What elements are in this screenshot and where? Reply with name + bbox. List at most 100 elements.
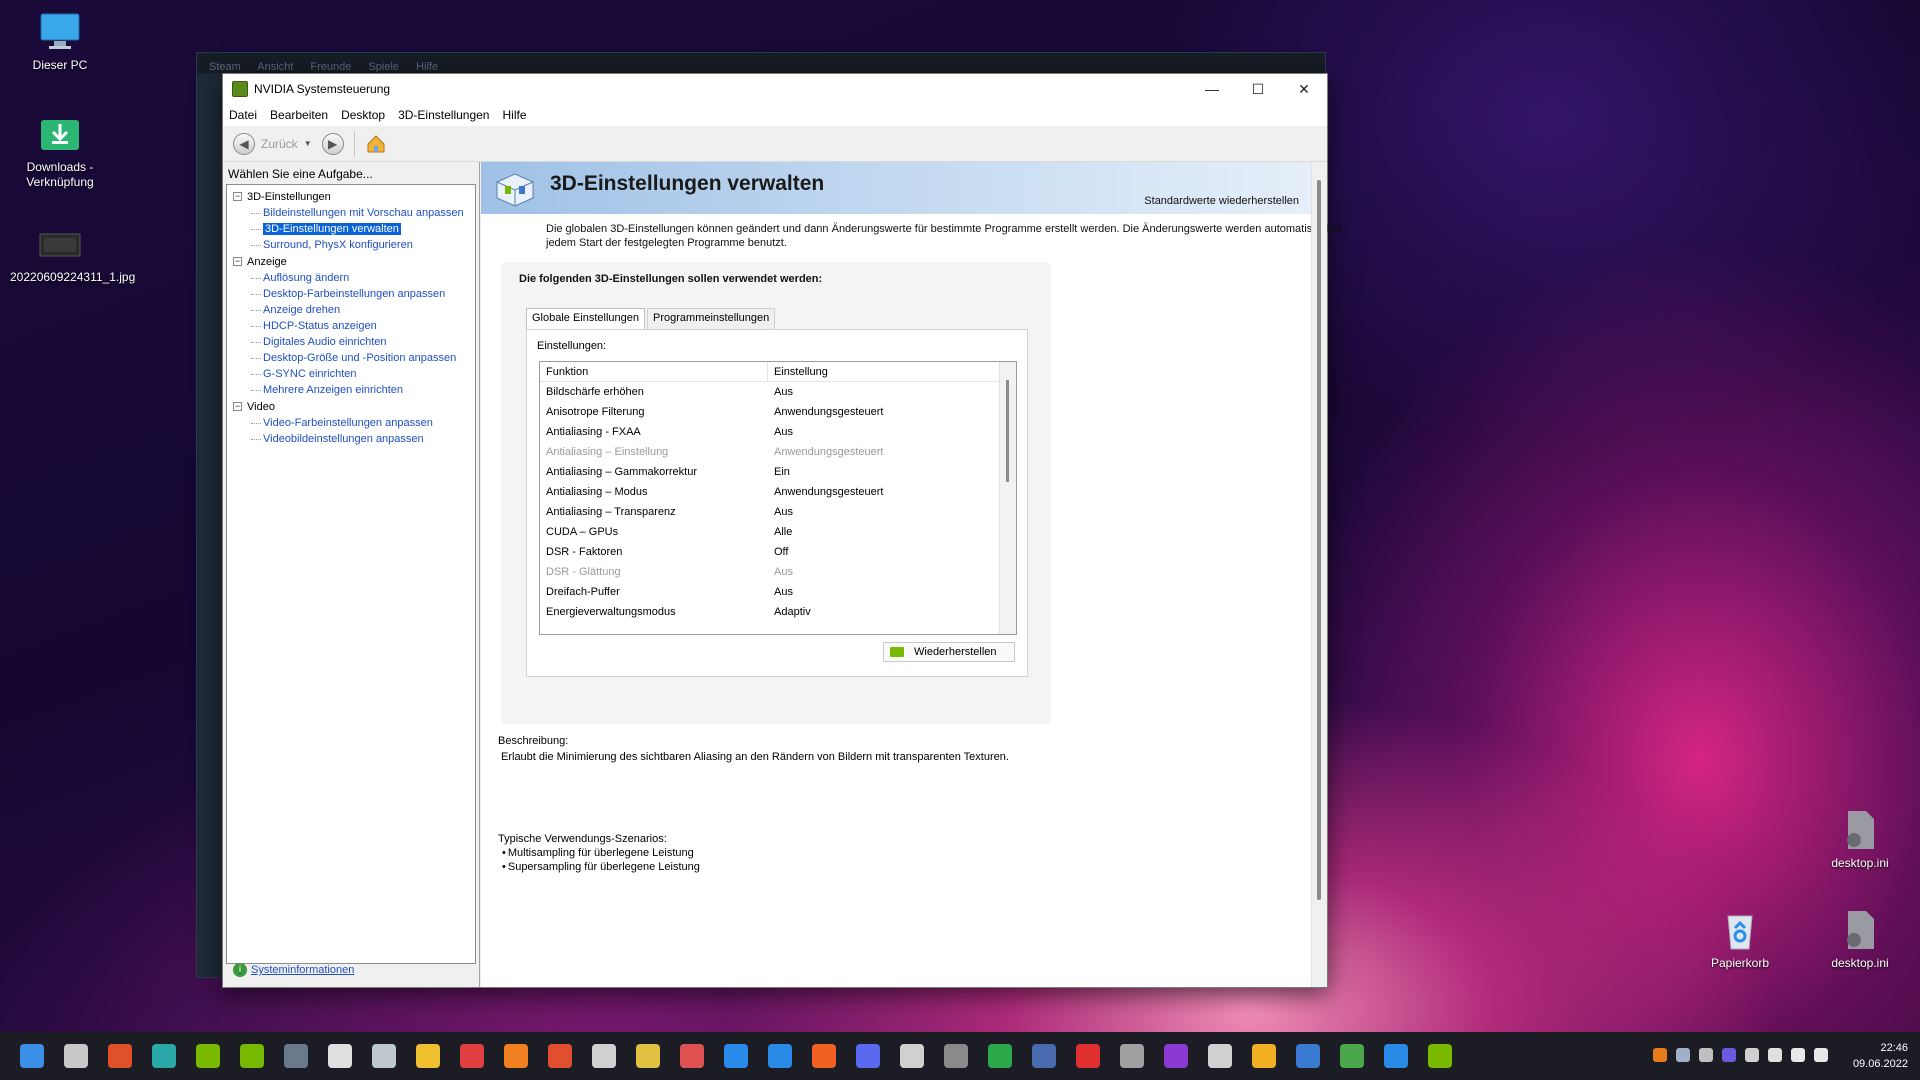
tray-icon[interactable] — [1699, 1048, 1713, 1062]
steam-menu-item[interactable]: Spiele — [368, 61, 399, 73]
settings-row[interactable]: Antialiasing – Modus Anwendungsgesteuert — [540, 482, 1016, 502]
restore-button[interactable]: Wiederherstellen — [883, 642, 1015, 662]
desktop-icon-downloads[interactable]: Downloads - Verknüpfung — [10, 112, 110, 190]
taskbar-app-icon[interactable] — [900, 1044, 924, 1068]
tree-item-bildeinstellungen[interactable]: Bildeinstellungen mit Vorschau anpassen — [247, 205, 475, 221]
tree-item-desktop-farbe[interactable]: Desktop-Farbeinstellungen anpassen — [247, 286, 475, 302]
taskbar-app-icon[interactable] — [1252, 1044, 1276, 1068]
taskbar-app-icon[interactable] — [680, 1044, 704, 1068]
collapse-icon[interactable]: − — [233, 257, 242, 266]
steam-menu-item[interactable]: Freunde — [310, 61, 351, 73]
taskbar-app-icon[interactable] — [460, 1044, 484, 1068]
collapse-icon[interactable]: − — [233, 192, 242, 201]
taskbar-app-icon[interactable] — [1208, 1044, 1232, 1068]
taskbar-app-icon[interactable] — [1340, 1044, 1364, 1068]
setting-value[interactable]: Anwendungsgesteuert — [768, 442, 1016, 462]
settings-row[interactable]: Antialiasing – Gammakorrektur Ein — [540, 462, 1016, 482]
setting-value[interactable]: Aus — [768, 502, 1016, 522]
settings-row[interactable]: Antialiasing – Einstellung Anwendungsgest… — [540, 442, 1016, 462]
setting-value[interactable]: Alle — [768, 522, 1016, 542]
taskbar-app-icon[interactable] — [328, 1044, 352, 1068]
tree-item-videobild[interactable]: Videobildeinstellungen anpassen — [247, 431, 475, 447]
settings-grid[interactable]: Funktion Einstellung Bildschärfe erhöhen… — [539, 361, 1017, 635]
tree-group-head[interactable]: − Video — [233, 399, 475, 415]
menu-3d-einstellungen[interactable]: 3D-Einstellungen — [398, 108, 489, 122]
network-icon[interactable] — [1791, 1048, 1805, 1062]
restore-defaults-link[interactable]: Standardwerte wiederherstellen — [1144, 195, 1299, 207]
settings-row[interactable]: Energieverwaltungsmodus Adaptiv — [540, 602, 1016, 622]
back-button[interactable]: ◀ — [233, 132, 255, 155]
tree-item-video-farbe[interactable]: Video-Farbeinstellungen anpassen — [247, 415, 475, 431]
steam-menu-item[interactable]: Steam — [209, 61, 241, 73]
tree-item-desktop-groesse[interactable]: Desktop-Größe und -Position anpassen — [247, 350, 475, 366]
taskbar-app-icon[interactable] — [1296, 1044, 1320, 1068]
taskbar-app-icon[interactable] — [372, 1044, 396, 1068]
settings-row[interactable]: CUDA – GPUs Alle — [540, 522, 1016, 542]
setting-value[interactable]: Aus — [768, 562, 1016, 582]
taskbar-app-icon[interactable] — [504, 1044, 528, 1068]
start-icon[interactable] — [20, 1044, 44, 1068]
tree-group-head[interactable]: − Anzeige — [233, 254, 475, 270]
tray-icon[interactable] — [1768, 1048, 1782, 1062]
setting-value[interactable]: Aus — [768, 382, 1016, 402]
settings-row[interactable]: Dreifach-Puffer Aus — [540, 582, 1016, 602]
content-scroll-thumb[interactable] — [1317, 180, 1321, 900]
settings-row[interactable]: Antialiasing – Transparenz Aus — [540, 502, 1016, 522]
tray-icon[interactable] — [1722, 1048, 1736, 1062]
taskbar-app-icon[interactable] — [152, 1044, 176, 1068]
tree-item-hdcp[interactable]: HDCP-Status anzeigen — [247, 318, 475, 334]
setting-value[interactable]: Aus — [768, 582, 1016, 602]
taskbar-app-icon[interactable] — [1076, 1044, 1100, 1068]
taskbar-app-icon[interactable] — [1384, 1044, 1408, 1068]
grid-scroll-thumb[interactable] — [1006, 380, 1009, 482]
forward-button[interactable]: ▶ — [321, 132, 344, 155]
taskbar-app-icon[interactable] — [1120, 1044, 1144, 1068]
column-header-einstellung[interactable]: Einstellung — [768, 362, 1016, 381]
tree-item-gsync[interactable]: G-SYNC einrichten — [247, 366, 475, 382]
setting-value[interactable]: Aus — [768, 422, 1016, 442]
taskbar-app-icon[interactable] — [1428, 1044, 1452, 1068]
taskbar-app-icon[interactable] — [724, 1044, 748, 1068]
nvidia-control-panel-window[interactable]: NVIDIA Systemsteuerung — ☐ ✕ Datei Bearb… — [222, 73, 1342, 988]
tray-icon[interactable] — [1653, 1048, 1667, 1062]
taskbar-app-icon[interactable] — [944, 1044, 968, 1068]
taskbar-app-icon[interactable] — [988, 1044, 1012, 1068]
taskbar-app-icon[interactable] — [416, 1044, 440, 1068]
menu-datei[interactable]: Datei — [229, 108, 257, 122]
tray-icon[interactable] — [1745, 1048, 1759, 1062]
tree-item-aufloesung[interactable]: Auflösung ändern — [247, 270, 475, 286]
back-label[interactable]: Zurück — [261, 137, 298, 151]
taskbar-app-icon[interactable] — [856, 1044, 880, 1068]
title-bar[interactable]: NVIDIA Systemsteuerung — ☐ ✕ — [223, 74, 1327, 104]
taskbar-app-icon[interactable] — [768, 1044, 792, 1068]
taskbar-clock[interactable]: 22:46 09.06.2022 — [1853, 1040, 1908, 1072]
tree-item-3d-verwalten[interactable]: 3D-Einstellungen verwalten — [247, 221, 475, 237]
taskbar-app-icon[interactable] — [1032, 1044, 1056, 1068]
minimize-button[interactable]: — — [1189, 74, 1235, 104]
steam-menu-item[interactable]: Ansicht — [257, 61, 293, 73]
desktop-icon-this-pc[interactable]: Dieser PC — [10, 10, 110, 73]
taskbar-app-icon[interactable] — [812, 1044, 836, 1068]
tree-item-anzeige-drehen[interactable]: Anzeige drehen — [247, 302, 475, 318]
tree-item-mehrere-anzeigen[interactable]: Mehrere Anzeigen einrichten — [247, 382, 475, 398]
setting-value[interactable]: Anwendungsgesteuert — [768, 482, 1016, 502]
collapse-icon[interactable]: − — [233, 402, 242, 411]
tray-icon[interactable] — [1676, 1048, 1690, 1062]
home-button[interactable] — [365, 133, 387, 155]
content-scrollbar[interactable] — [1311, 162, 1327, 987]
settings-row[interactable]: Bildschärfe erhöhen Aus — [540, 382, 1016, 402]
desktop-icon-desktop-ini-2[interactable]: desktop.ini — [1810, 908, 1910, 971]
settings-row[interactable]: Anisotrope Filterung Anwendungsgesteuert — [540, 402, 1016, 422]
settings-row[interactable]: DSR - Glättung Aus — [540, 562, 1016, 582]
setting-value[interactable]: Ein — [768, 462, 1016, 482]
taskbar-app-icon[interactable] — [108, 1044, 132, 1068]
volume-icon[interactable] — [1814, 1048, 1828, 1062]
system-info-link[interactable]: i Systeminformationen — [233, 963, 354, 977]
setting-value[interactable]: Anwendungsgesteuert — [768, 402, 1016, 422]
desktop-icon-image-file[interactable]: 20220609224311_1.jpg — [10, 222, 135, 285]
task-tree[interactable]: −3D-Einstellungen Bildeinstellungen mit … — [226, 184, 476, 964]
taskbar-app-icon[interactable] — [636, 1044, 660, 1068]
tree-item-audio[interactable]: Digitales Audio einrichten — [247, 334, 475, 350]
tree-group-head[interactable]: −3D-Einstellungen — [233, 189, 475, 205]
menu-desktop[interactable]: Desktop — [341, 108, 385, 122]
